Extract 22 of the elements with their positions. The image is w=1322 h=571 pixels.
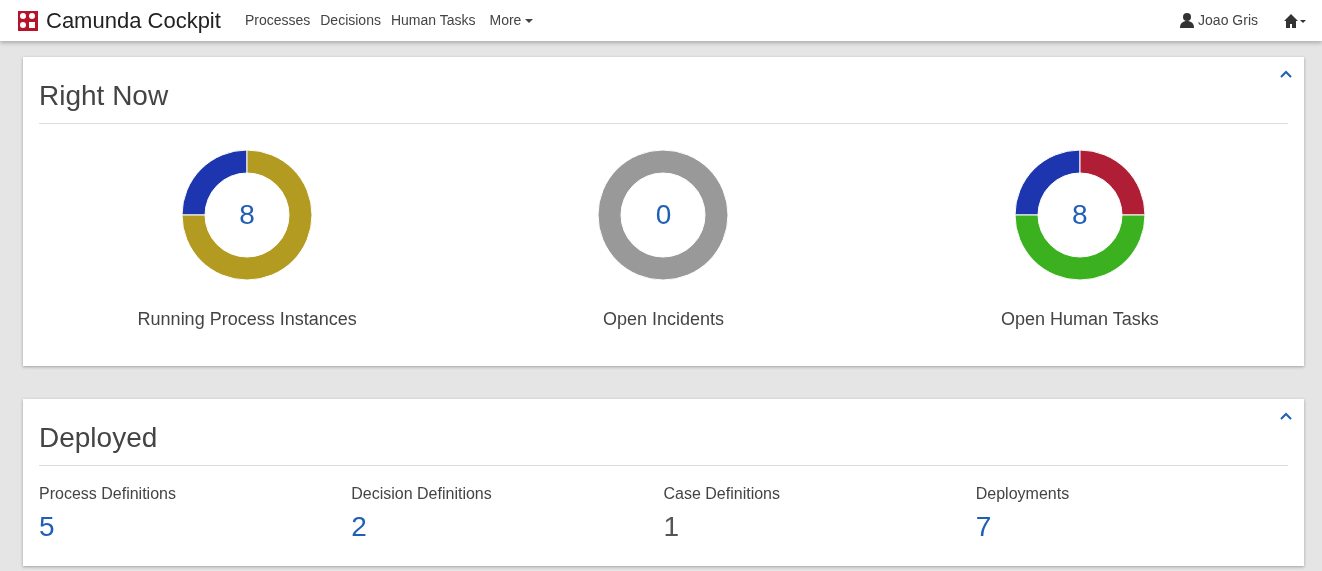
user-menu[interactable]: Joao Gris: [1180, 10, 1258, 31]
stat-label: Process Definitions: [39, 483, 176, 504]
count-link[interactable]: 5: [39, 505, 55, 548]
nav-link[interactable]: Human Tasks: [390, 10, 476, 31]
donut-label: Open Human Tasks: [1000, 307, 1159, 331]
more-menu[interactable]: More: [489, 10, 534, 31]
stat-label: Case Definitions: [663, 483, 780, 504]
count-link[interactable]: 0: [655, 200, 672, 229]
count-link[interactable]: 8: [1072, 200, 1088, 229]
donut-label: Running Process Instances: [137, 307, 357, 331]
stat-label: Decision Definitions: [351, 483, 492, 504]
donut-label: Open Incidents: [602, 307, 725, 331]
app-title: Camunda Cockpit: [46, 7, 221, 35]
count-link[interactable]: 8: [239, 200, 255, 229]
nav-link[interactable]: Processes: [244, 10, 311, 31]
count-link[interactable]: 2: [351, 505, 367, 548]
section-title: Right Now: [39, 79, 1288, 124]
nav-link[interactable]: Decisions: [320, 10, 381, 31]
stat-label: Deployments: [975, 483, 1070, 504]
count-link[interactable]: 7: [975, 505, 992, 548]
section-title: Deployed: [39, 421, 1288, 466]
count-link[interactable]: 1: [663, 505, 680, 548]
